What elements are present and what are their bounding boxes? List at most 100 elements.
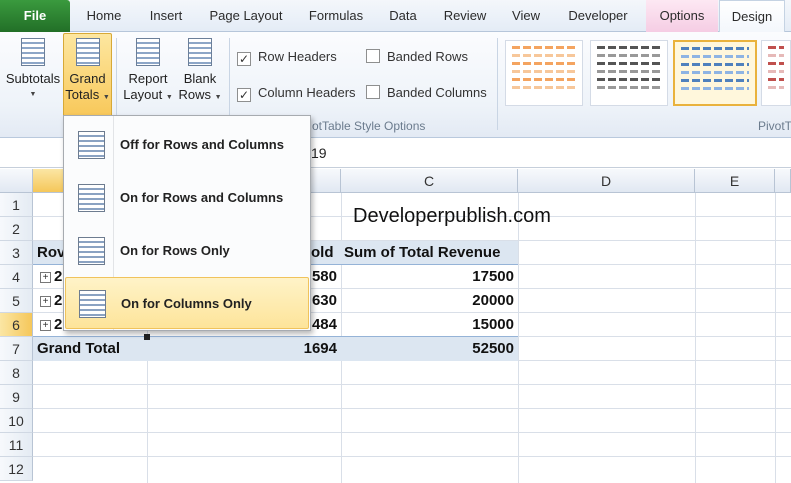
gridline	[775, 193, 776, 483]
expand-icon[interactable]: +	[40, 320, 51, 331]
column-header-f[interactable]	[775, 169, 791, 193]
pivot-styles-gallery	[501, 38, 791, 112]
gridline	[695, 193, 696, 483]
banded-columns-option[interactable]: Banded Columns	[366, 84, 487, 102]
grand-totals-off-icon	[78, 131, 105, 159]
pivot-style-blue-selected[interactable]	[673, 40, 757, 106]
tab-options[interactable]: Options	[646, 0, 718, 32]
tab-page-layout[interactable]: Page Layout	[200, 0, 292, 32]
blank-rows-label-text: Rows	[178, 87, 211, 102]
row-header-4[interactable]: 4	[0, 265, 33, 289]
row-header-3[interactable]: 3	[0, 241, 33, 265]
gridline	[33, 384, 791, 385]
report-layout-label-line1: Report	[128, 71, 168, 86]
column-header-e[interactable]: E	[695, 169, 775, 193]
row-header-1[interactable]: 1	[0, 193, 33, 217]
report-layout-label-text: Layout	[123, 87, 163, 102]
pivot-row-label-text: 2	[54, 316, 63, 333]
dropdown-arrow-icon: ▼	[29, 91, 37, 98]
blank-rows-icon	[188, 38, 212, 66]
grand-total-sold[interactable]: 1694	[280, 337, 337, 361]
row-header-5[interactable]: 5	[0, 289, 33, 313]
pivot-style-gray[interactable]	[590, 40, 668, 106]
pivot-sum-revenue-header[interactable]: Sum of Total Revenue	[344, 241, 516, 265]
expand-icon[interactable]: +	[40, 296, 51, 307]
pivot-value-cell[interactable]: 17500	[400, 265, 514, 289]
column-header-c[interactable]: C	[341, 169, 518, 193]
grand-totals-button[interactable]: Grand Totals ▼	[63, 33, 112, 117]
expand-icon[interactable]: +	[40, 272, 51, 283]
banded-columns-checkbox[interactable]	[366, 85, 380, 99]
banded-rows-option[interactable]: Banded Rows	[366, 48, 468, 66]
column-headers-option[interactable]: ✓ Column Headers	[237, 84, 356, 102]
tab-home[interactable]: Home	[78, 0, 130, 32]
pivot-row-label[interactable]: +2	[40, 265, 65, 289]
menu-item-off-rows-columns[interactable]: Off for Rows and Columns	[65, 119, 309, 171]
row-headers-checkbox[interactable]: ✓	[237, 52, 251, 66]
style-options-group-label: otTable Style Options	[312, 119, 426, 133]
tab-view[interactable]: View	[503, 0, 549, 32]
menu-item-label: On for Rows and Columns	[120, 190, 284, 205]
row-header-2[interactable]: 2	[0, 217, 33, 241]
tab-formulas[interactable]: Formulas	[300, 0, 372, 32]
row-headers-option[interactable]: ✓ Row Headers	[237, 48, 337, 66]
tab-developer[interactable]: Developer	[557, 0, 639, 32]
menu-item-label: On for Columns Only	[121, 296, 252, 311]
banded-rows-checkbox[interactable]	[366, 49, 380, 63]
grand-totals-on-icon	[78, 184, 105, 212]
tab-design[interactable]: Design	[719, 0, 785, 33]
tab-data[interactable]: Data	[381, 0, 425, 32]
menu-item-label: Off for Rows and Columns	[120, 137, 284, 152]
menu-item-on-rows-columns[interactable]: On for Rows and Columns	[65, 172, 309, 224]
blank-rows-button[interactable]: Blank Rows ▼	[176, 34, 224, 106]
pivot-value-cell[interactable]: 15000	[400, 313, 514, 337]
select-all-corner[interactable]	[0, 169, 33, 193]
dropdown-arrow-icon: ▼	[165, 94, 173, 101]
gridline	[33, 432, 791, 433]
pivot-sum-sold-header[interactable]: old	[311, 241, 341, 265]
tab-review[interactable]: Review	[435, 0, 495, 32]
grand-total-label[interactable]: Grand Total	[37, 337, 145, 361]
row-header-12[interactable]: 12	[0, 457, 33, 481]
grand-totals-columns-icon	[79, 290, 106, 318]
row-header-8[interactable]: 8	[0, 361, 33, 385]
column-headers-checkbox[interactable]: ✓	[237, 88, 251, 102]
row-header-10[interactable]: 10	[0, 409, 33, 433]
blank-rows-label-line1: Blank	[183, 71, 217, 86]
pivot-row-label[interactable]: +2	[40, 289, 65, 313]
pivot-row-labels-header[interactable]: Rov	[37, 241, 65, 265]
pivot-style-red[interactable]	[761, 40, 791, 106]
ribbon-tab-bar: File Home Insert Page Layout Formulas Da…	[0, 0, 791, 33]
subtotals-button[interactable]: Subtotals ▼	[4, 34, 62, 103]
pivot-row-label[interactable]: +2	[40, 313, 65, 337]
watermark-text: Developerpublish.com	[353, 205, 551, 227]
tab-file[interactable]: File	[0, 0, 70, 32]
dropdown-arrow-icon: ▼	[102, 94, 110, 101]
pivot-row-label-text: 2	[54, 292, 63, 309]
report-layout-label-line2: Layout ▼	[121, 87, 175, 106]
row-header-6[interactable]: 6	[0, 313, 33, 337]
pivot-styles-group-label: PivotT	[758, 119, 791, 133]
grand-totals-rows-icon	[78, 237, 105, 265]
column-headers-label: Column Headers	[258, 85, 356, 100]
grand-totals-label-text: Totals	[65, 87, 100, 102]
menu-item-on-rows-only[interactable]: On for Rows Only	[65, 225, 309, 277]
report-layout-button[interactable]: Report Layout ▼	[121, 34, 175, 106]
row-header-7[interactable]: 7	[0, 337, 33, 361]
gridline	[33, 456, 791, 457]
row-header-11[interactable]: 11	[0, 433, 33, 457]
row-header-9[interactable]: 9	[0, 385, 33, 409]
row-headers-label: Row Headers	[258, 49, 337, 64]
gridline	[518, 193, 519, 483]
blank-rows-label-line2: Rows ▼	[176, 87, 224, 106]
grand-total-revenue[interactable]: 52500	[400, 337, 514, 361]
grand-totals-menu: Off for Rows and Columns On for Rows and…	[63, 115, 311, 331]
subtotals-label: Subtotals	[5, 71, 61, 86]
menu-item-on-columns-only[interactable]: On for Columns Only	[65, 277, 309, 329]
pivot-style-orange[interactable]	[505, 40, 583, 106]
tab-insert[interactable]: Insert	[140, 0, 192, 32]
pivot-value-cell[interactable]: 20000	[400, 289, 514, 313]
column-header-d[interactable]: D	[518, 169, 695, 193]
grand-totals-label-line2: Totals ▼	[64, 87, 111, 106]
grand-totals-label-line1: Grand	[69, 71, 106, 86]
